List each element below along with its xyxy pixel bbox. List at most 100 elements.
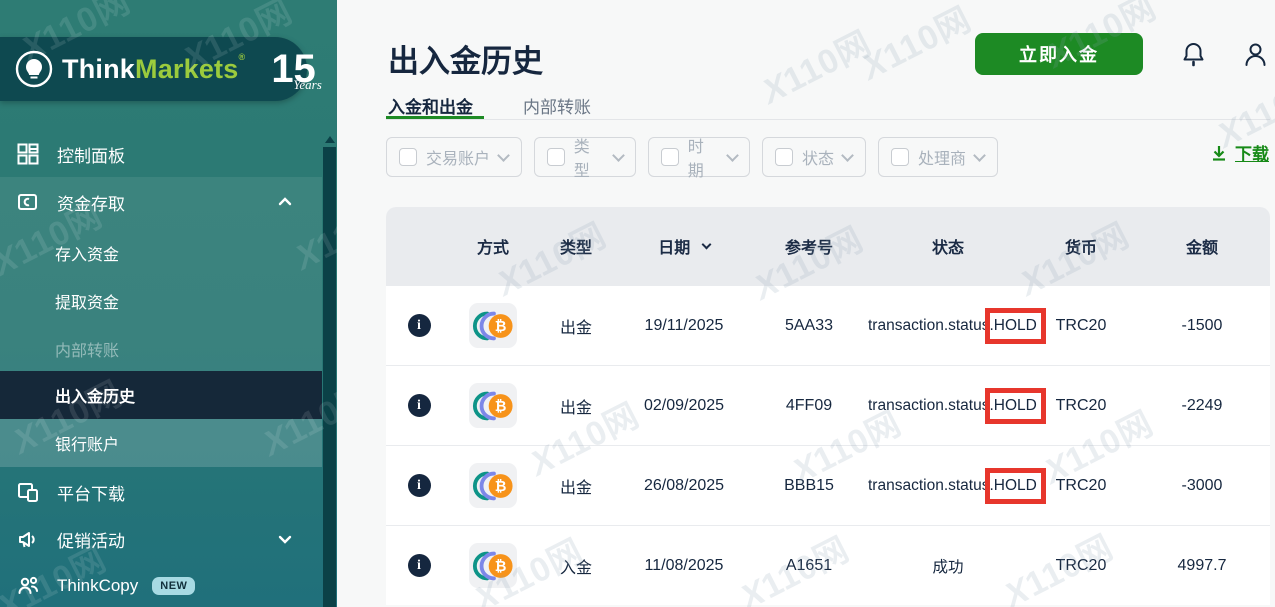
cell-type: 出金 bbox=[534, 394, 618, 418]
header-date-sort[interactable]: 日期 bbox=[618, 234, 750, 258]
svg-text:₿: ₿ bbox=[495, 399, 507, 415]
cell-currency: TRC20 bbox=[1028, 317, 1134, 335]
tab-internal-transfer[interactable]: 内部转账 bbox=[523, 93, 591, 118]
cell-currency: TRC20 bbox=[1028, 477, 1134, 495]
svg-text:₿: ₿ bbox=[495, 479, 507, 495]
checkbox[interactable] bbox=[661, 148, 679, 166]
cell-date: 19/11/2025 bbox=[618, 317, 750, 335]
sidebar-item-label: 促销活动 bbox=[57, 527, 125, 552]
cell-currency: TRC20 bbox=[1028, 557, 1134, 575]
filter-processor[interactable]: 处理商 bbox=[878, 137, 998, 177]
info-icon[interactable]: i bbox=[408, 394, 431, 417]
cell-amount: 4997.7 bbox=[1134, 557, 1270, 575]
sidebar-item-label: 出入金历史 bbox=[55, 383, 135, 407]
sidebar-item-label: 内部转账 bbox=[55, 337, 119, 361]
sidebar-item-label: 银行账户 bbox=[55, 431, 119, 455]
fx110-watermark: X110网 bbox=[752, 16, 878, 113]
sidebar-item-internal-transfer[interactable]: 内部转账 bbox=[0, 325, 322, 373]
sidebar-item-label: 资金存取 bbox=[57, 190, 125, 215]
filter-trading-account[interactable]: 交易账户 bbox=[386, 137, 522, 177]
sidebar-item-platform-download[interactable]: 平台下载 bbox=[0, 468, 322, 516]
app-window: X110网 X110网 X110网 X110网 X110网 X110网 X110… bbox=[0, 0, 1275, 607]
scrollbar-thumb[interactable] bbox=[323, 147, 336, 607]
deposit-now-button[interactable]: 立即入金 bbox=[975, 33, 1143, 75]
filter-type[interactable]: 类型 bbox=[534, 137, 636, 177]
chevron-up-icon bbox=[278, 195, 292, 209]
account-profile-icon[interactable] bbox=[1242, 41, 1269, 68]
sidebar-item-bank-accounts[interactable]: 银行账户 bbox=[0, 419, 322, 467]
devices-icon bbox=[17, 481, 39, 503]
tab-deposits-withdrawals[interactable]: 入金和出金 bbox=[388, 93, 473, 118]
tabs-divider bbox=[386, 119, 1270, 120]
sidebar-item-label: 提取资金 bbox=[55, 289, 119, 313]
filter-period[interactable]: 时期 bbox=[648, 137, 750, 177]
main-content: X110网 X110网 X110网 X110网 X110网 X110网 X110… bbox=[337, 0, 1275, 607]
anniversary-badge: 15 Years bbox=[271, 49, 316, 89]
filter-status[interactable]: 状态 bbox=[762, 137, 866, 177]
funds-wallet-icon bbox=[17, 191, 39, 213]
crypto-method-icon: ₿ bbox=[469, 543, 517, 588]
sidebar-item-withdraw-funds[interactable]: 提取资金 bbox=[0, 277, 322, 325]
info-icon[interactable]: i bbox=[408, 474, 431, 497]
cell-reference: 5AA33 bbox=[750, 317, 868, 335]
sidebar-item-transaction-history[interactable]: 出入金历史 bbox=[0, 371, 322, 419]
header-currency: 货币 bbox=[1028, 234, 1134, 258]
notifications-bell-icon[interactable] bbox=[1180, 41, 1207, 68]
cell-reference: 4FF09 bbox=[750, 397, 868, 415]
cell-reference: BBB15 bbox=[750, 477, 868, 495]
lightbulb-icon bbox=[14, 49, 54, 89]
sidebar-item-funds[interactable]: 资金存取 bbox=[0, 178, 322, 226]
crypto-method-icon: ₿ bbox=[469, 303, 517, 348]
svg-text:₿: ₿ bbox=[495, 559, 507, 575]
thinkmarkets-logo[interactable]: ThinkMarkets® 15 Years bbox=[0, 37, 307, 101]
chevron-down-icon bbox=[973, 149, 986, 162]
dashboard-grid-icon bbox=[17, 143, 39, 165]
download-icon bbox=[1210, 144, 1228, 162]
scrollbar-up-arrow[interactable] bbox=[325, 136, 335, 143]
table-row: i ₿ 出金 26/08/2025 BBB15 transaction.stat… bbox=[386, 445, 1270, 525]
cell-type: 出金 bbox=[534, 474, 618, 498]
chevron-down-icon bbox=[497, 149, 510, 162]
filter-label: 类型 bbox=[574, 133, 605, 181]
info-icon[interactable]: i bbox=[408, 554, 431, 577]
chevron-down-icon bbox=[612, 149, 625, 162]
new-badge: NEW bbox=[152, 577, 195, 595]
cell-amount: -2249 bbox=[1134, 397, 1270, 415]
transactions-table: 方式 类型 日期 参考号 状态 货币 金额 i ₿ 出金 bbox=[386, 207, 1270, 605]
info-icon[interactable]: i bbox=[408, 314, 431, 337]
fx110-watermark: X110网 bbox=[852, 0, 978, 89]
cell-status: transaction.status.HOLD bbox=[868, 397, 1028, 415]
sidebar-item-deposit-funds[interactable]: 存入资金 bbox=[0, 229, 322, 277]
sort-caret-icon bbox=[701, 240, 711, 250]
filter-label: 交易账户 bbox=[426, 145, 490, 169]
chevron-down-icon bbox=[278, 532, 292, 546]
sidebar-item-dashboard[interactable]: 控制面板 bbox=[0, 130, 322, 178]
header-reference: 参考号 bbox=[750, 234, 868, 258]
download-link[interactable]: 下载 bbox=[1210, 140, 1269, 165]
download-label: 下载 bbox=[1235, 140, 1269, 165]
megaphone-icon bbox=[17, 528, 39, 550]
sidebar-item-thinkcopy[interactable]: ThinkCopy NEW bbox=[0, 562, 322, 607]
cell-type: 入金 bbox=[534, 554, 618, 578]
svg-text:₿: ₿ bbox=[495, 319, 507, 335]
checkbox[interactable] bbox=[547, 148, 565, 166]
crypto-method-icon: ₿ bbox=[469, 383, 517, 428]
sidebar-item-promotions[interactable]: 促销活动 bbox=[0, 515, 322, 563]
filter-label: 处理商 bbox=[918, 145, 966, 169]
chevron-down-icon bbox=[726, 149, 739, 162]
cell-status: 成功 bbox=[868, 555, 1028, 577]
filter-label: 状态 bbox=[802, 145, 834, 169]
sidebar-item-label: 控制面板 bbox=[57, 142, 125, 167]
table-header-row: 方式 类型 日期 参考号 状态 货币 金额 bbox=[386, 207, 1270, 285]
cell-date: 02/09/2025 bbox=[618, 397, 750, 415]
checkbox[interactable] bbox=[891, 148, 909, 166]
checkbox[interactable] bbox=[775, 148, 793, 166]
brand-wordmark: ThinkMarkets® bbox=[62, 54, 245, 85]
status-success: 成功 bbox=[932, 559, 963, 576]
crypto-method-icon: ₿ bbox=[469, 463, 517, 508]
sidebar-item-label: 存入资金 bbox=[55, 241, 119, 265]
sidebar-scrollbar[interactable] bbox=[322, 0, 337, 607]
cell-status: transaction.status.HOLD bbox=[868, 317, 1028, 335]
table-row: i ₿ 入金 11/08/2025 A1651 成功 TRC20 4997.7 bbox=[386, 525, 1270, 605]
checkbox[interactable] bbox=[399, 148, 417, 166]
